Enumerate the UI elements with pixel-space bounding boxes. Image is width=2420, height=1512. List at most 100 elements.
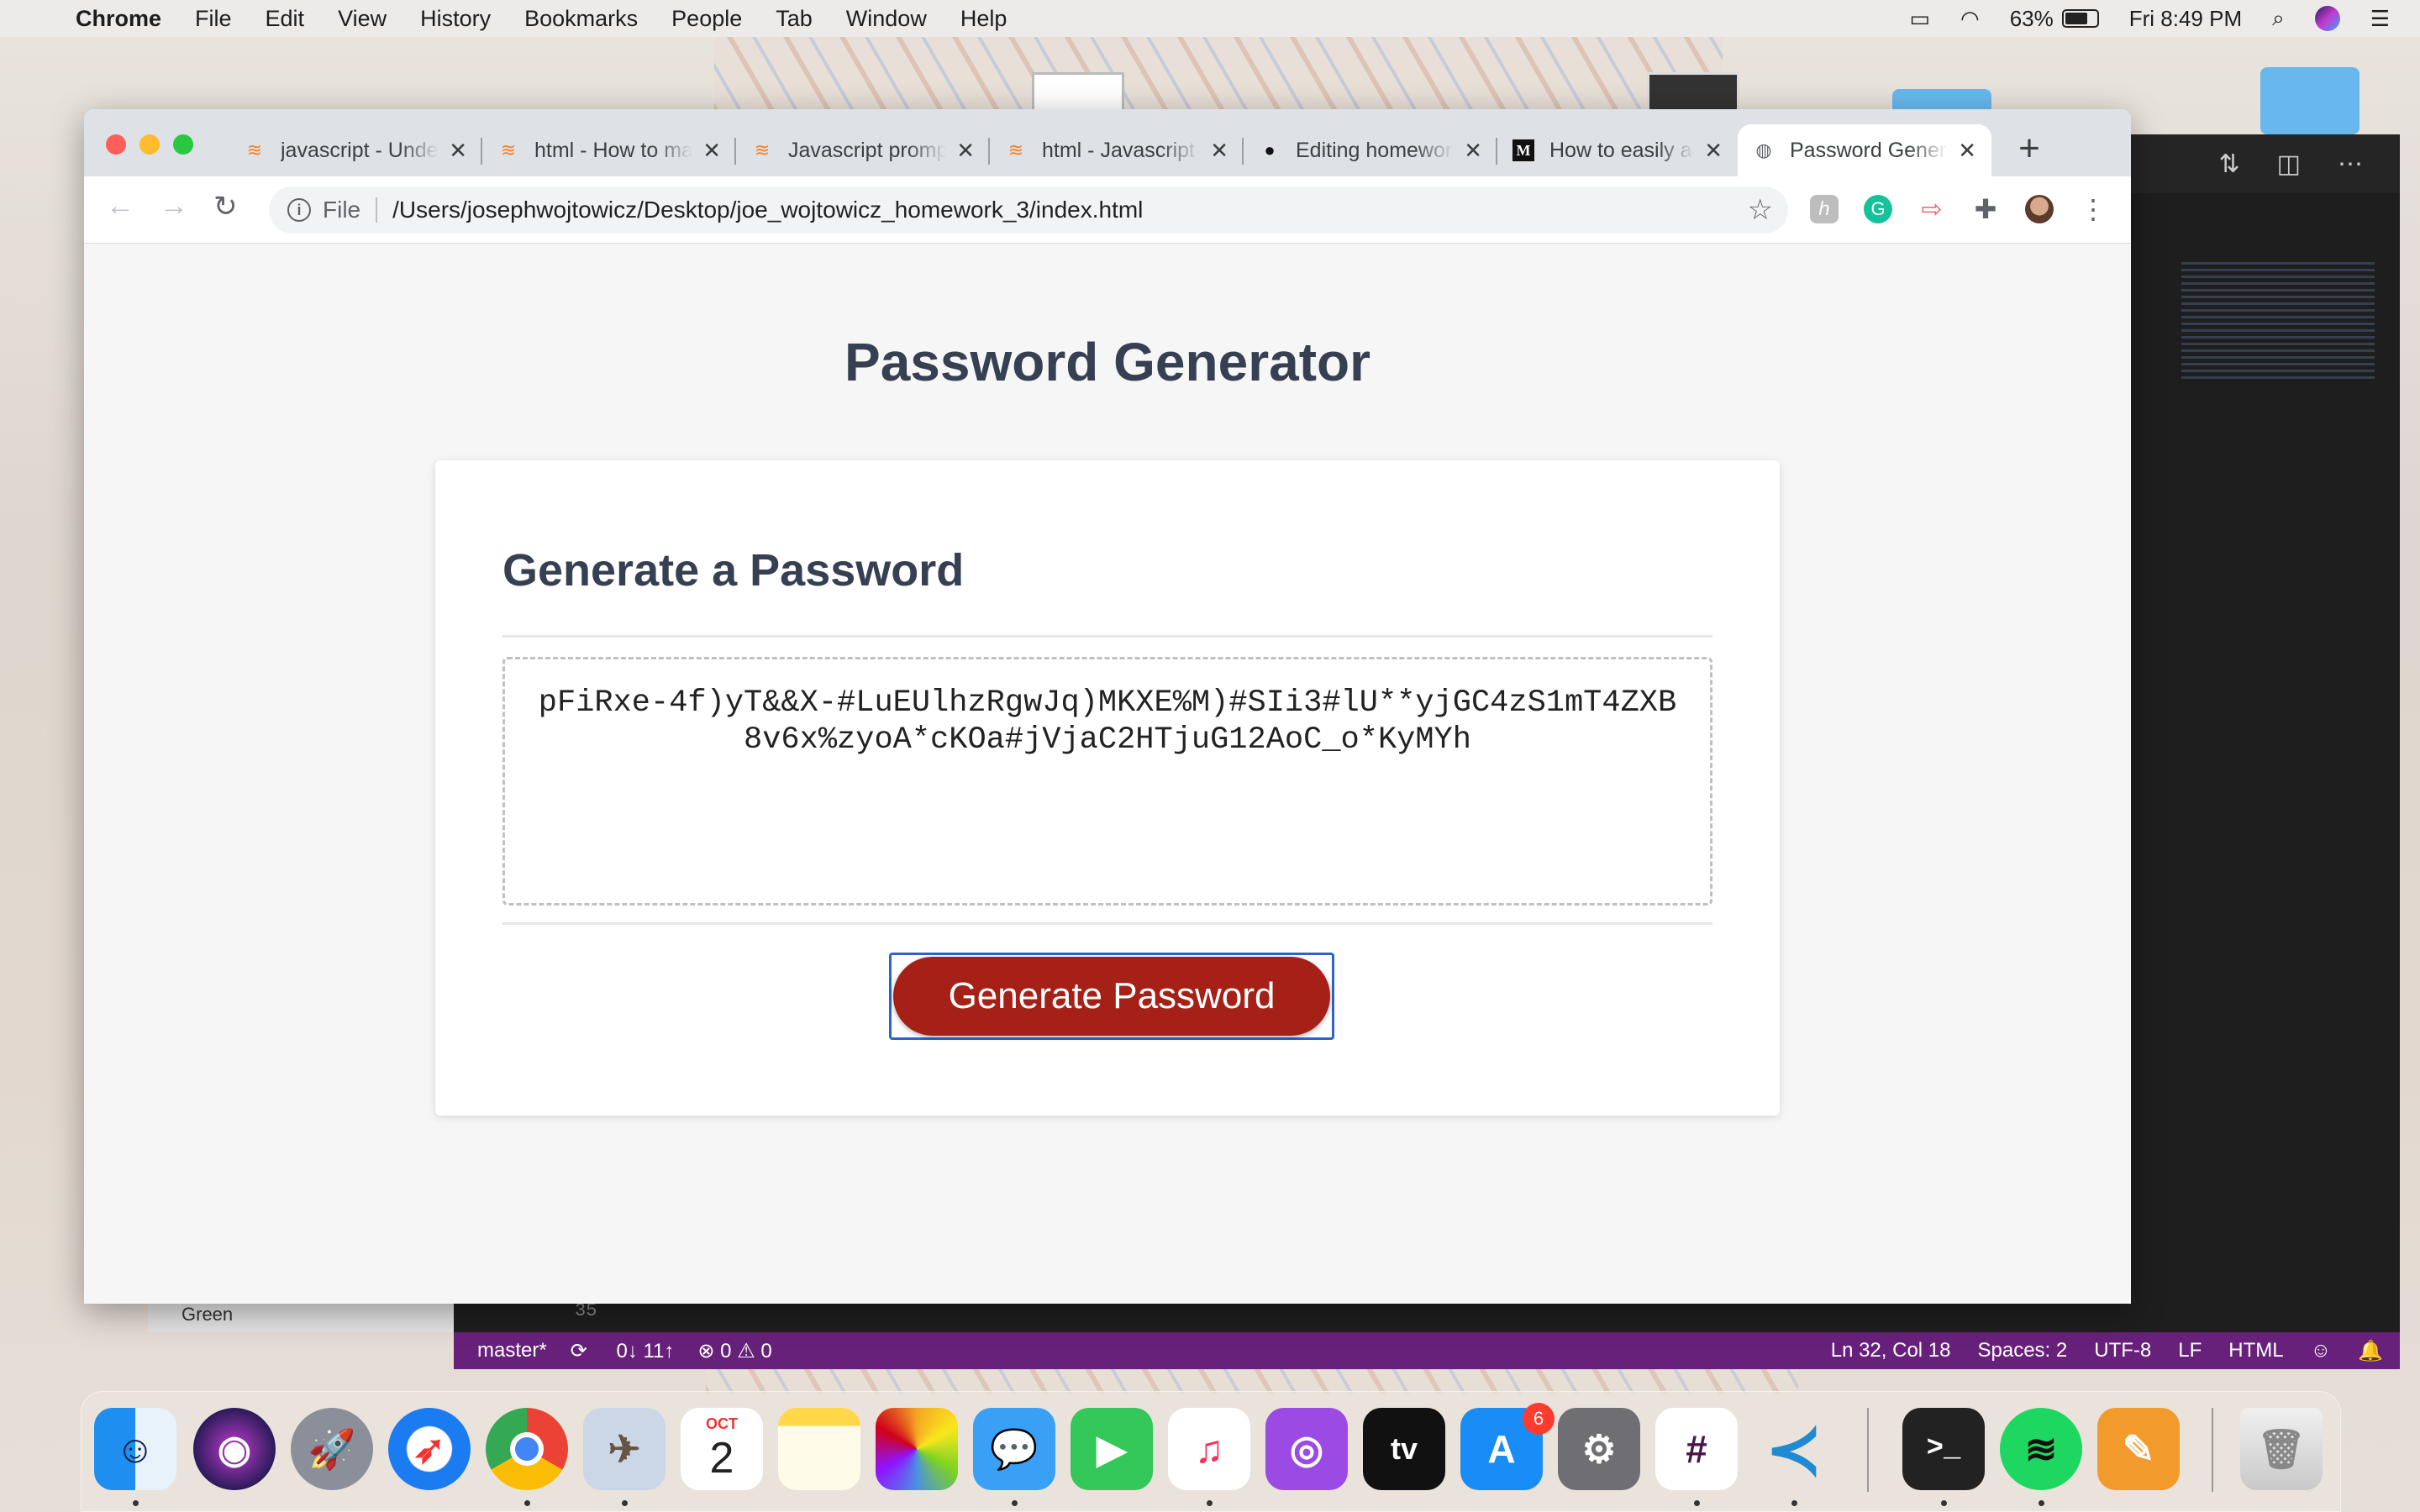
photos-icon[interactable]: [876, 1408, 958, 1490]
tab-title: Javascript prompt: [788, 138, 947, 162]
chrome-menu-icon[interactable]: ⋮: [2079, 194, 2107, 224]
end-of-line[interactable]: LF: [2178, 1339, 2202, 1362]
close-tab-icon[interactable]: ✕: [702, 138, 721, 164]
running-indicator: [524, 1500, 530, 1506]
vscode-icon[interactable]: ≺: [1753, 1408, 1835, 1490]
launchpad-icon[interactable]: 🚀: [291, 1408, 373, 1490]
notification-center-icon[interactable]: ☰: [2370, 6, 2390, 32]
slack-icon[interactable]: #: [1655, 1408, 1738, 1490]
minimize-window-button[interactable]: [139, 134, 160, 155]
url-text[interactable]: /Users/josephwojtowicz/Desktop/joe_wojto…: [392, 197, 1143, 223]
running-indicator: [622, 1500, 628, 1506]
battery-icon[interactable]: [2061, 9, 2099, 28]
wifi-icon[interactable]: ◠: [1960, 6, 1980, 32]
facetime-icon[interactable]: ▶: [1071, 1408, 1153, 1490]
forward-button[interactable]: →: [160, 190, 188, 223]
siri-icon[interactable]: ◉: [193, 1408, 276, 1490]
close-tab-icon[interactable]: ✕: [1464, 138, 1482, 164]
split-editor-icon[interactable]: ◫: [2277, 150, 2301, 179]
menu-edit[interactable]: Edit: [266, 6, 305, 32]
menu-help[interactable]: Help: [960, 6, 1007, 32]
system-preferences-icon[interactable]: ⚙: [1558, 1408, 1640, 1490]
tab-html-how-to[interactable]: ≋ html - How to make ✕: [482, 124, 736, 176]
chrome-icon[interactable]: [486, 1408, 568, 1490]
terminal-icon[interactable]: >_: [1902, 1408, 1985, 1490]
battery-percent[interactable]: 63%: [2010, 6, 2054, 32]
screencast-icon[interactable]: ⇨: [1918, 195, 1946, 223]
music-icon[interactable]: ♫: [1168, 1408, 1250, 1490]
tab-javascript-undefined[interactable]: ≋ javascript - Undefined ✕: [229, 124, 482, 176]
address-bar[interactable]: i File /Users/josephwojtowicz/Desktop/jo…: [269, 186, 1788, 234]
git-sync[interactable]: ⟳ 0↓ 11↑: [571, 1339, 675, 1363]
running-indicator: [1012, 1500, 1018, 1506]
apple-tv-icon[interactable]: tv: [1363, 1408, 1445, 1490]
tab-javascript-prompt[interactable]: ≋ Javascript prompt ✕: [736, 124, 990, 176]
generate-button-focus-ring: Generate Password: [889, 953, 1334, 1040]
close-tab-icon[interactable]: ✕: [956, 138, 975, 164]
airplay-icon[interactable]: ▭: [1909, 6, 1930, 32]
spotify-icon[interactable]: ≋: [2000, 1408, 2082, 1490]
preview-icon[interactable]: ✈: [583, 1408, 666, 1490]
notifications-icon[interactable]: 🔔: [2358, 1339, 2383, 1363]
dock-separator: [2212, 1408, 2213, 1492]
running-indicator: [1791, 1500, 1797, 1506]
close-tab-icon[interactable]: ✕: [449, 138, 467, 164]
card-heading: Generate a Password: [502, 545, 965, 596]
calendar-icon[interactable]: OCT 2: [681, 1408, 763, 1490]
indentation[interactable]: Spaces: 2: [1978, 1339, 2068, 1362]
source-control-compare-icon[interactable]: ⇅: [2219, 150, 2240, 179]
page-title: Password Generator: [844, 332, 1370, 392]
menu-history[interactable]: History: [420, 6, 491, 32]
bookmark-star-icon[interactable]: ☆: [1748, 193, 1773, 227]
grammarly-icon[interactable]: G: [1864, 195, 1892, 223]
tab-title: html - Javascript: [1042, 138, 1195, 162]
messages-icon[interactable]: 💬: [973, 1408, 1055, 1490]
url-scheme: File: [323, 197, 361, 223]
close-window-button[interactable]: [106, 134, 126, 155]
menu-tab[interactable]: Tab: [776, 6, 813, 32]
back-button[interactable]: ←: [106, 190, 134, 223]
zoom-window-button[interactable]: [173, 134, 193, 155]
generate-password-button[interactable]: Generate Password: [893, 957, 1330, 1036]
close-tab-icon[interactable]: ✕: [1704, 138, 1723, 164]
menu-view[interactable]: View: [338, 6, 387, 32]
pages-icon[interactable]: ✎: [2097, 1408, 2180, 1490]
extension-icon[interactable]: ℎ: [1810, 195, 1839, 223]
menu-app-name[interactable]: Chrome: [76, 6, 161, 32]
problems-indicator[interactable]: ⊗ 0 ⚠ 0: [697, 1339, 771, 1363]
close-tab-icon[interactable]: ✕: [1958, 138, 1976, 164]
clock[interactable]: Fri 8:49 PM: [2129, 6, 2242, 32]
profile-avatar[interactable]: [2025, 195, 2054, 223]
siri-icon[interactable]: [2314, 6, 2340, 31]
new-tab-button[interactable]: +: [2008, 128, 2050, 170]
tab-password-generator[interactable]: ◍ Password Generator ✕: [1738, 124, 1991, 176]
menu-people[interactable]: People: [671, 6, 742, 32]
git-branch[interactable]: master*: [477, 1339, 547, 1362]
folder-icon[interactable]: [2260, 67, 2360, 134]
trash-icon[interactable]: 🗑: [2240, 1408, 2323, 1490]
extensions-puzzle-icon[interactable]: ✚: [1971, 194, 2000, 224]
reload-button[interactable]: ↻: [213, 190, 238, 223]
close-tab-icon[interactable]: ✕: [1210, 138, 1228, 164]
password-output[interactable]: pFiRxe-4f)yT&&X-#LuEUlhzRgwJq)MKXE%M)#SI…: [502, 657, 1712, 906]
vscode-titlebar: ⇅ ◫ ⋯: [2131, 134, 2400, 193]
cursor-position[interactable]: Ln 32, Col 18: [1831, 1339, 1951, 1362]
encoding[interactable]: UTF-8: [2094, 1339, 2151, 1362]
menu-window[interactable]: Window: [846, 6, 927, 32]
site-info-icon[interactable]: i: [287, 198, 311, 222]
tab-how-to-easily[interactable]: M How to easily add ✕: [1497, 124, 1738, 176]
finder-icon[interactable]: ☺: [94, 1408, 176, 1490]
feedback-icon[interactable]: ☺: [2311, 1339, 2332, 1362]
podcasts-icon[interactable]: ◎: [1265, 1408, 1348, 1490]
more-actions-icon[interactable]: ⋯: [2338, 150, 2363, 179]
menu-bookmarks[interactable]: Bookmarks: [524, 6, 638, 32]
notes-icon[interactable]: [778, 1408, 860, 1490]
menu-file[interactable]: File: [195, 6, 232, 32]
safari-icon[interactable]: ➶: [388, 1408, 471, 1490]
tab-editing-homework[interactable]: ● Editing homework ✕: [1244, 124, 1497, 176]
language-mode[interactable]: HTML: [2228, 1339, 2283, 1362]
spotlight-search-icon[interactable]: ⌕: [2272, 5, 2285, 32]
running-indicator: [1941, 1500, 1947, 1506]
app-store-badge: 6: [1523, 1403, 1555, 1435]
tab-html-javascript[interactable]: ≋ html - Javascript ✕: [990, 124, 1244, 176]
